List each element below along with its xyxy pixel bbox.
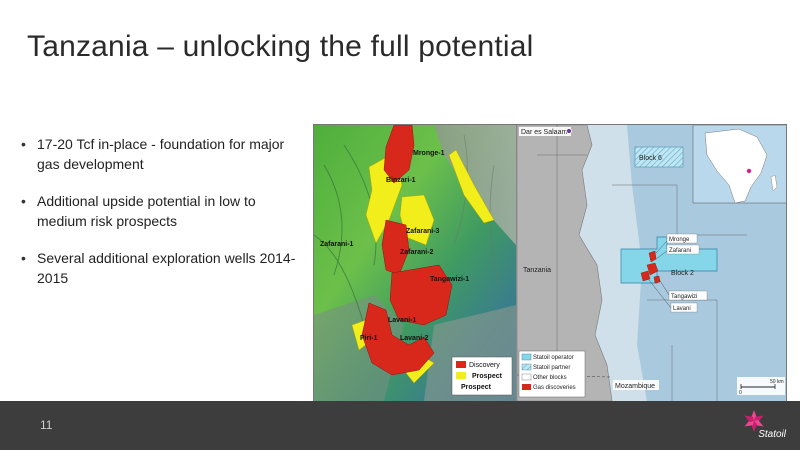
legend-label-discovery: Discovery xyxy=(469,362,500,369)
country-label-tanzania: Tanzania xyxy=(523,267,551,274)
callout-zafarani: Zafarani xyxy=(669,248,691,254)
page-number: 11 xyxy=(40,418,53,432)
inset-location-marker-icon xyxy=(746,168,752,174)
slide-title: Tanzania – unlocking the full potential xyxy=(27,30,534,63)
scale-zero: 0 xyxy=(739,390,742,396)
map-figure: Mronge-1 Binzari-1 Zafarani-3 Zafarani-1… xyxy=(313,124,787,402)
well-label-lavani2: Lavani-2 xyxy=(400,335,429,342)
city-marker-icon xyxy=(566,128,572,134)
block6-label: Block 6 xyxy=(639,155,662,162)
statoil-star-icon xyxy=(744,410,764,432)
legend-swatch-gas xyxy=(522,384,531,390)
callout-tangawizi: Tangawizi xyxy=(671,294,697,300)
well-label-mronge: Mronge-1 xyxy=(413,150,445,157)
well-label-piri: Piri-1 xyxy=(360,335,378,342)
well-label-tangawizi: Tangawizi-1 xyxy=(430,276,469,283)
bullet-item: 17-20 Tcf in-place - foundation for majo… xyxy=(20,134,300,174)
well-label-zafarani1: Zafarani-1 xyxy=(320,241,354,248)
bullet-item: Several additional exploration wells 201… xyxy=(20,248,300,288)
well-label-zafarani2: Zafarani-2 xyxy=(400,249,434,256)
legend-label-prospect: Prospect xyxy=(472,373,503,380)
country-label-mozambique: Mozambique xyxy=(615,383,655,390)
well-label-zafarani3: Zafarani-3 xyxy=(406,228,440,235)
legend-label-partner: Statoil partner xyxy=(533,365,570,371)
footer-bar: 11 Statoil xyxy=(0,401,800,450)
well-label-binzari: Binzari-1 xyxy=(386,177,416,184)
well-label-lavani1: Lavani-1 xyxy=(388,317,417,324)
discovery-map: Mronge-1 Binzari-1 Zafarani-3 Zafarani-1… xyxy=(314,125,516,401)
discovery-map-legend: Discovery Prospect Prospect xyxy=(451,356,513,396)
location-map-legend: Statoil operator Statoil partner Other b… xyxy=(518,350,586,398)
legend-swatch-discovery xyxy=(456,361,466,368)
legend-label-gas: Gas discoveries xyxy=(533,385,576,391)
logo-text: Statoil xyxy=(758,429,786,440)
legend-swatch-partner xyxy=(521,363,532,371)
callout-mronge: Mronge xyxy=(669,237,690,243)
scale-bar: 0 50 km xyxy=(737,377,785,396)
callout-lavani: Lavani xyxy=(673,306,691,312)
legend-label-operator: Statoil operator xyxy=(533,355,574,361)
block2-label: Block 2 xyxy=(671,270,694,277)
bullet-item: Additional upside potential in low to me… xyxy=(20,191,300,231)
legend-swatch-other xyxy=(521,373,532,381)
location-map: Block 6 Block 2 Mronge Zafarani Tangawiz… xyxy=(516,125,786,401)
legend-swatch-prospect xyxy=(456,372,466,379)
scale-label: 50 km xyxy=(770,379,784,385)
legend-label-prospect-2: Prospect xyxy=(461,384,492,391)
bullet-list: 17-20 Tcf in-place - foundation for majo… xyxy=(20,134,300,305)
legend-swatch-operator xyxy=(521,353,532,361)
city-label-dar-es-salaam: Dar es Salaam xyxy=(521,129,567,136)
legend-label-other: Other blocks xyxy=(533,375,567,381)
inset-africa-map xyxy=(692,125,786,204)
